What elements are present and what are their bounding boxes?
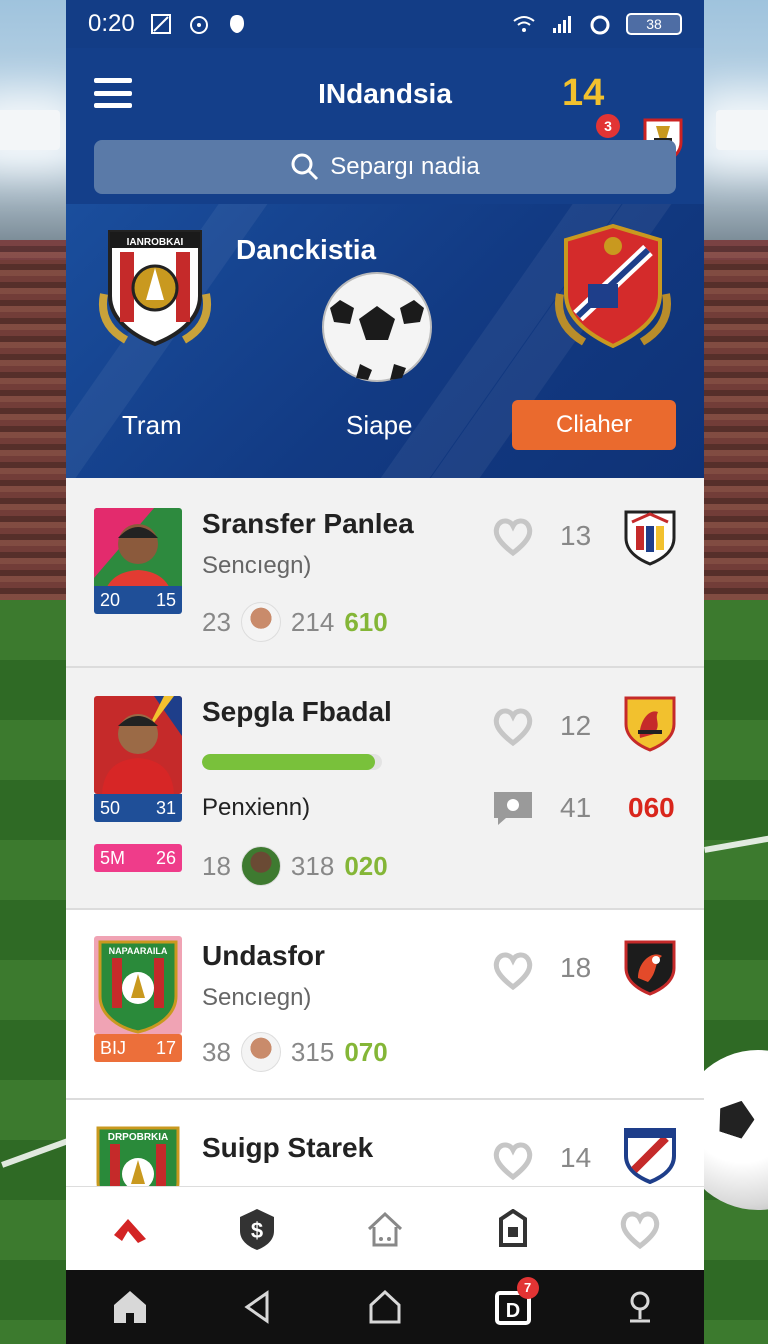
like-count: 13 (560, 520, 592, 551)
house-icon[interactable] (363, 1207, 407, 1251)
coin-balance[interactable]: 14 (562, 72, 604, 115)
club-badge-icon (624, 940, 676, 996)
match-status-label: Siape (346, 410, 413, 440)
player-photo (94, 696, 182, 794)
search-bar[interactable]: Separgı nadia (94, 140, 676, 194)
status-bar: 0:20 38 (66, 0, 704, 48)
comment-count: 41 (560, 792, 592, 823)
system-navigation-bar: D 7 (66, 1270, 704, 1344)
player-subtitle: Sencıegn) (202, 552, 312, 579)
player-name: Suigp Starek (202, 1132, 374, 1163)
list-item[interactable]: 50 31 5M 26 Sepgla Fbadal Penxienn) 18 318… (66, 668, 704, 910)
player-subtitle: Sencıegn) (202, 984, 312, 1011)
svg-text:$: $ (251, 1218, 263, 1243)
back-icon[interactable] (237, 1287, 277, 1327)
player-crest: NAPAARAILA (94, 936, 182, 1034)
home-arrow-icon[interactable] (108, 1207, 152, 1251)
player-tag: 5M 26 (94, 844, 182, 872)
like-count: 14 (560, 1142, 592, 1173)
score-value: 060 (628, 792, 675, 823)
like-count: 12 (560, 710, 592, 741)
player-list: 20 15 Sransfer Panlea Sencıegn) 23 214 61… (66, 478, 704, 1220)
notification-badge: 7 (516, 1277, 539, 1299)
progress-fill (202, 754, 375, 770)
sync-icon (590, 15, 610, 35)
progress-bar (202, 754, 382, 770)
challenge-button[interactable]: Cliaher (512, 400, 676, 450)
club-badge-icon (624, 696, 676, 752)
coin-badge: 3 (596, 114, 620, 138)
floodlight-left (0, 110, 60, 150)
crest-text: NAPAARAILA (109, 946, 168, 956)
search-icon (291, 153, 319, 181)
club-badge-icon (624, 510, 676, 566)
list-item[interactable]: 20 15 Sransfer Panlea Sencıegn) 23 214 61… (66, 478, 704, 668)
heart-icon[interactable] (492, 1140, 534, 1180)
avatar (240, 846, 281, 886)
match-hero: IANROBKAI Danckistia Tram Siape Cliaher (66, 204, 704, 478)
crest-text: DRPOBRKIA (108, 1132, 169, 1143)
player-subtitle: Penxienn) (202, 794, 311, 821)
status-time: 0:20 (88, 10, 135, 37)
search-placeholder: Separgı nadia (330, 153, 480, 180)
wifi-icon (513, 16, 535, 32)
player-crest: DRPOBRKIA (94, 1122, 182, 1188)
location-icon[interactable] (620, 1287, 660, 1327)
player-rating: BIJ 17 (94, 1034, 182, 1062)
bottom-navigation: $ (66, 1186, 704, 1270)
player-rating: 50 31 (94, 794, 182, 822)
tag-icon[interactable] (491, 1207, 535, 1251)
player-name: Sransfer Panlea (202, 508, 414, 539)
player-stats: 23 214 610 (202, 602, 388, 642)
home-outline-icon[interactable] (365, 1287, 405, 1327)
dollar-shield-icon[interactable]: $ (235, 1207, 279, 1251)
home-crest-text: IANROBKAI (127, 237, 184, 248)
avatar (240, 602, 281, 642)
like-count: 18 (560, 952, 592, 983)
player-name: Undasfor (202, 940, 325, 971)
recent-apps-label: D (505, 1300, 519, 1322)
player-stats: 18 318 020 (202, 846, 388, 886)
comment-icon[interactable] (492, 790, 534, 826)
avatar (240, 1032, 281, 1072)
home-team-crest-icon[interactable]: IANROBKAI (96, 224, 214, 348)
heart-icon[interactable] (492, 706, 534, 746)
list-item[interactable]: NAPAARAILA BIJ 17 Undasfor Sencıegn) 38 3… (66, 910, 704, 1100)
image-icon (150, 14, 171, 34)
away-team-crest-icon[interactable] (554, 224, 672, 348)
player-name: Sepgla Fbadal (202, 696, 392, 727)
floodlight-right (716, 110, 768, 150)
league-name: Danckistia (236, 234, 377, 265)
battery-indicator: 38 (626, 13, 682, 35)
player-rating: 20 15 (94, 586, 182, 614)
player-stats: 38 315 070 (202, 1032, 388, 1072)
app-header: INdandsia 14 3 Separgı nadia (66, 48, 704, 204)
page-title: INdandsia (318, 78, 452, 109)
signal-icon (553, 16, 571, 33)
shield-notification-icon (229, 15, 244, 33)
heart-icon[interactable] (492, 516, 534, 556)
recent-apps-icon[interactable]: D 7 (493, 1277, 539, 1327)
home-team-label: Tram (122, 410, 182, 440)
heart-icon[interactable] (492, 950, 534, 990)
home-icon[interactable] (110, 1287, 150, 1327)
club-badge-icon (624, 1128, 676, 1184)
phone-screen: 0:20 38 INdandsia 14 3 Separgı nadia IAN… (66, 0, 704, 1344)
alarm-icon (189, 16, 208, 34)
heart-icon[interactable] (618, 1207, 662, 1251)
soccer-ball-icon (322, 272, 432, 382)
